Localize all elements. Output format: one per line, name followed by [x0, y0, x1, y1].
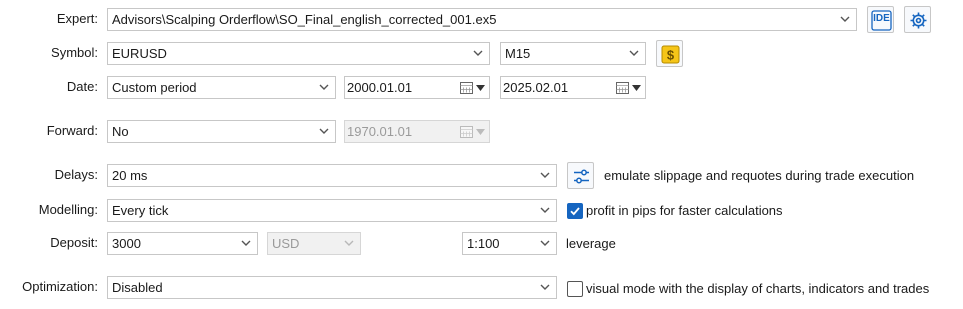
expert-settings-button[interactable]: [904, 6, 931, 33]
sliders-icon: [574, 169, 589, 184]
timeframe-select[interactable]: M15: [500, 42, 646, 65]
pips-checkbox[interactable]: [567, 203, 583, 219]
calendar-icon: [616, 82, 629, 94]
visual-mode-checkbox-label: visual mode with the display of charts, …: [586, 281, 930, 296]
delays-label: Delays:: [54, 167, 98, 182]
date-to-value: 2025.02.01: [503, 80, 569, 95]
dollar-icon: $: [661, 45, 680, 64]
deposit-currency-select: USD: [267, 232, 361, 255]
deposit-currency-value: USD: [272, 236, 300, 251]
leverage-select[interactable]: 1:100: [462, 232, 557, 255]
caret-down-icon: [476, 85, 485, 91]
date-label: Date:: [66, 79, 98, 94]
visual-mode-checkbox[interactable]: [567, 281, 583, 297]
gear-icon: [910, 12, 927, 29]
pips-checkbox-label: profit in pips for faster calculations: [586, 203, 783, 218]
date-from-picker[interactable]: 2000.01.01: [344, 76, 490, 99]
ide-button-label: IDE: [873, 13, 890, 24]
symbol-select[interactable]: EURUSD: [107, 42, 490, 65]
date-to-picker[interactable]: 2025.02.01: [500, 76, 646, 99]
optimization-label: Optimization:: [22, 279, 98, 294]
delays-value: 20 ms: [112, 168, 148, 183]
forward-date-value: 1970.01.01: [347, 124, 413, 139]
chevron-down-icon: [344, 240, 354, 246]
leverage-label: leverage: [566, 236, 616, 251]
expert-value: Advisors\Scalping Orderflow\SO_Final_eng…: [112, 12, 497, 27]
chevron-down-icon: [473, 50, 483, 56]
forward-value: No: [112, 124, 129, 139]
date-period-select[interactable]: Custom period: [107, 76, 336, 99]
chevron-down-icon: [540, 207, 550, 213]
checkmark-icon: [570, 207, 580, 216]
calendar-icon: [460, 126, 473, 138]
expert-select[interactable]: Advisors\Scalping Orderflow\SO_Final_eng…: [107, 8, 857, 31]
modelling-select[interactable]: Every tick: [107, 199, 557, 222]
forward-label: Forward:: [46, 123, 98, 138]
caret-down-icon: [632, 85, 641, 91]
symbols-button[interactable]: $: [656, 40, 683, 67]
chevron-down-icon: [319, 128, 329, 134]
date-period-value: Custom period: [112, 80, 197, 95]
chevron-down-icon: [629, 50, 639, 56]
forward-select[interactable]: No: [107, 120, 336, 143]
chevron-down-icon: [540, 284, 550, 290]
delays-select[interactable]: 20 ms: [107, 164, 557, 187]
deposit-amount-value: 3000: [112, 236, 141, 251]
chevron-down-icon: [241, 240, 251, 246]
date-from-value: 2000.01.01: [347, 80, 413, 95]
calendar-icon: [460, 82, 473, 94]
ide-button[interactable]: IDE: [867, 6, 894, 33]
modelling-value: Every tick: [112, 203, 169, 218]
optimization-select[interactable]: Disabled: [107, 276, 557, 299]
forward-date-picker: 1970.01.01: [344, 120, 490, 143]
chevron-down-icon: [540, 172, 550, 178]
delays-description: emulate slippage and requotes during tra…: [604, 168, 915, 183]
deposit-label: Deposit:: [50, 235, 98, 250]
timeframe-value: M15: [505, 46, 531, 61]
symbol-value: EURUSD: [112, 46, 167, 61]
delays-settings-button[interactable]: [567, 162, 594, 189]
chevron-down-icon: [840, 16, 850, 22]
chevron-down-icon: [540, 240, 550, 246]
optimization-value: Disabled: [112, 280, 163, 295]
expert-label: Expert:: [56, 11, 98, 26]
chevron-down-icon: [319, 84, 329, 90]
symbol-label: Symbol:: [51, 45, 98, 60]
modelling-label: Modelling:: [38, 202, 98, 217]
svg-text:$: $: [667, 48, 675, 63]
caret-down-icon: [476, 129, 485, 135]
deposit-amount-select[interactable]: 3000: [107, 232, 258, 255]
leverage-value: 1:100: [467, 236, 500, 251]
